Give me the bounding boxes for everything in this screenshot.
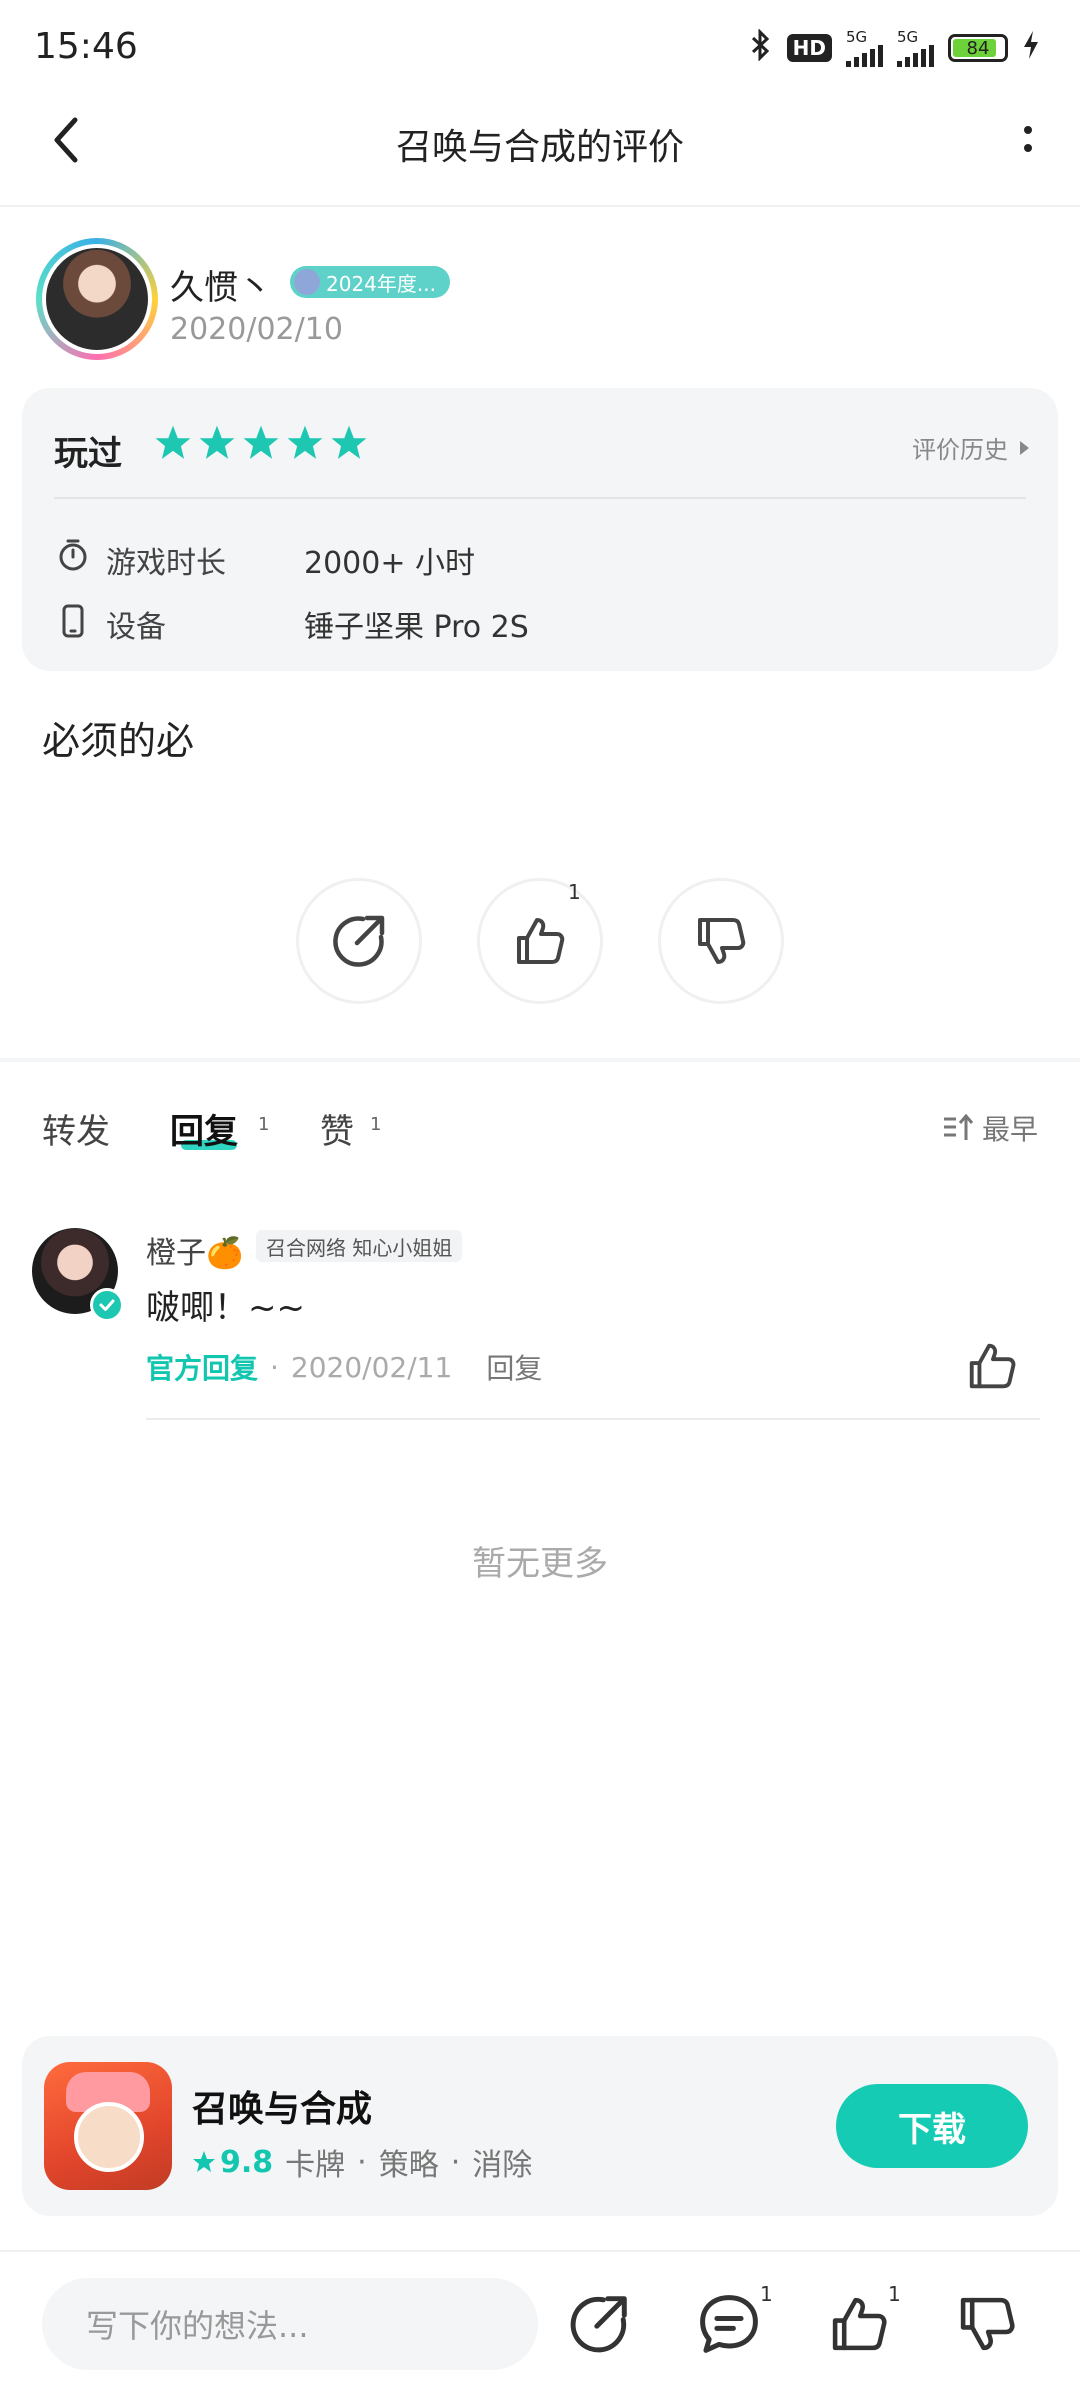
tab-reply[interactable]: 回复 [170,1104,238,1153]
review-history-link[interactable]: 评价历史 [912,430,1030,465]
reviewer-name[interactable]: 久惯丶 [170,260,272,309]
charging-icon [1022,30,1040,66]
reply-divider [146,1418,1040,1420]
like-count: 1 [568,880,581,904]
triangle-right-icon [1020,440,1029,455]
hd-icon: HD [786,34,832,62]
section-separator [0,1058,1080,1062]
share-button[interactable] [296,878,422,1004]
status-time: 15:46 [34,26,138,67]
share-icon-bottom[interactable] [566,2291,632,2357]
comment-icon[interactable] [696,2291,762,2357]
reviewer-badge[interactable]: 2024年度... [290,266,450,298]
thumbs-up-icon-bottom[interactable] [826,2291,892,2357]
playtime-value: 2000+ 小时 [304,546,476,581]
bottom-divider [0,2250,1080,2252]
sort-button[interactable]: 最早 [942,1108,1038,1148]
reply-action-button[interactable]: 回复 [486,1347,542,1387]
no-more-text: 暂无更多 [472,1544,608,1584]
star-icon [155,425,191,459]
game-name[interactable]: 召唤与合成 [192,2080,372,2132]
reply-author[interactable]: 橙子🍊 [146,1228,243,1272]
download-button[interactable]: 下载 [836,2084,1028,2168]
played-label: 玩过 [54,434,122,474]
game-meta: 9.8 卡牌 · 策略 · 消除 [192,2140,532,2184]
bluetooth-icon [747,28,773,67]
reply-text: 啵唧！~~ [146,1288,305,1328]
comment-count: 1 [760,2282,773,2306]
reply-like-icon[interactable] [964,1338,1020,1394]
device-value: 锤子坚果 Pro 2S [304,610,529,645]
share-icon [333,915,385,967]
review-date: 2020/02/10 [170,312,343,347]
page-title: 召唤与合成的评价 [395,127,684,168]
verified-icon [90,1288,124,1322]
orange-icon: 🍊 [206,1236,244,1271]
star-icon [243,425,279,459]
reply-meta: 官方回复 · 2020/02/11 回复 [146,1347,542,1387]
star-icon [331,425,367,459]
tab-like-count: 1 [370,1114,382,1135]
card-divider [54,497,1026,499]
header-divider [0,205,1080,207]
game-tag: 消除 [472,2148,533,2183]
reviewer-avatar[interactable] [36,238,158,360]
more-button[interactable] [998,110,1058,170]
tab-like[interactable]: 赞 [320,1104,354,1153]
like-count-bottom: 1 [888,2282,901,2306]
thumbs-down-icon [698,918,746,964]
device-label: 设备 [106,610,166,645]
reply-dot: · [270,1350,279,1384]
phone-icon [62,604,84,638]
game-score: 9.8 [192,2145,273,2180]
star-icon [287,425,323,459]
review-text: 必须的必 [42,719,195,763]
playtime-label: 游戏时长 [106,546,226,581]
reply-date: 2020/02/11 [290,1350,453,1384]
like-button[interactable] [477,878,603,1004]
status-icons: HD 5G 5G 84 [747,28,1040,68]
reply-author-tag: 召合网络 知心小姐姐 [256,1230,463,1262]
comment-input[interactable]: 写下你的想法... [42,2278,538,2370]
tab-reply-count: 1 [258,1114,270,1135]
thumbs-up-icon [517,918,565,964]
star-icon [193,2151,215,2172]
game-tag: 卡牌 [285,2148,346,2183]
game-tag: 策略 [378,2148,439,2183]
official-reply-label: 官方回复 [146,1352,259,1385]
sort-icon [943,1114,974,1140]
game-icon[interactable] [44,2062,172,2190]
badge-icon [294,269,320,295]
timer-icon [59,539,87,571]
dislike-button[interactable] [658,878,784,1004]
more-vertical-icon [1024,126,1032,152]
signal-icon-2: 5G [897,29,934,67]
signal-icon: 5G [846,29,883,67]
tab-forward[interactable]: 转发 [42,1104,110,1153]
rating-stars [154,424,368,462]
battery-icon: 84 [948,34,1008,62]
star-icon [199,425,235,459]
thumbs-down-icon-bottom[interactable] [954,2291,1020,2357]
